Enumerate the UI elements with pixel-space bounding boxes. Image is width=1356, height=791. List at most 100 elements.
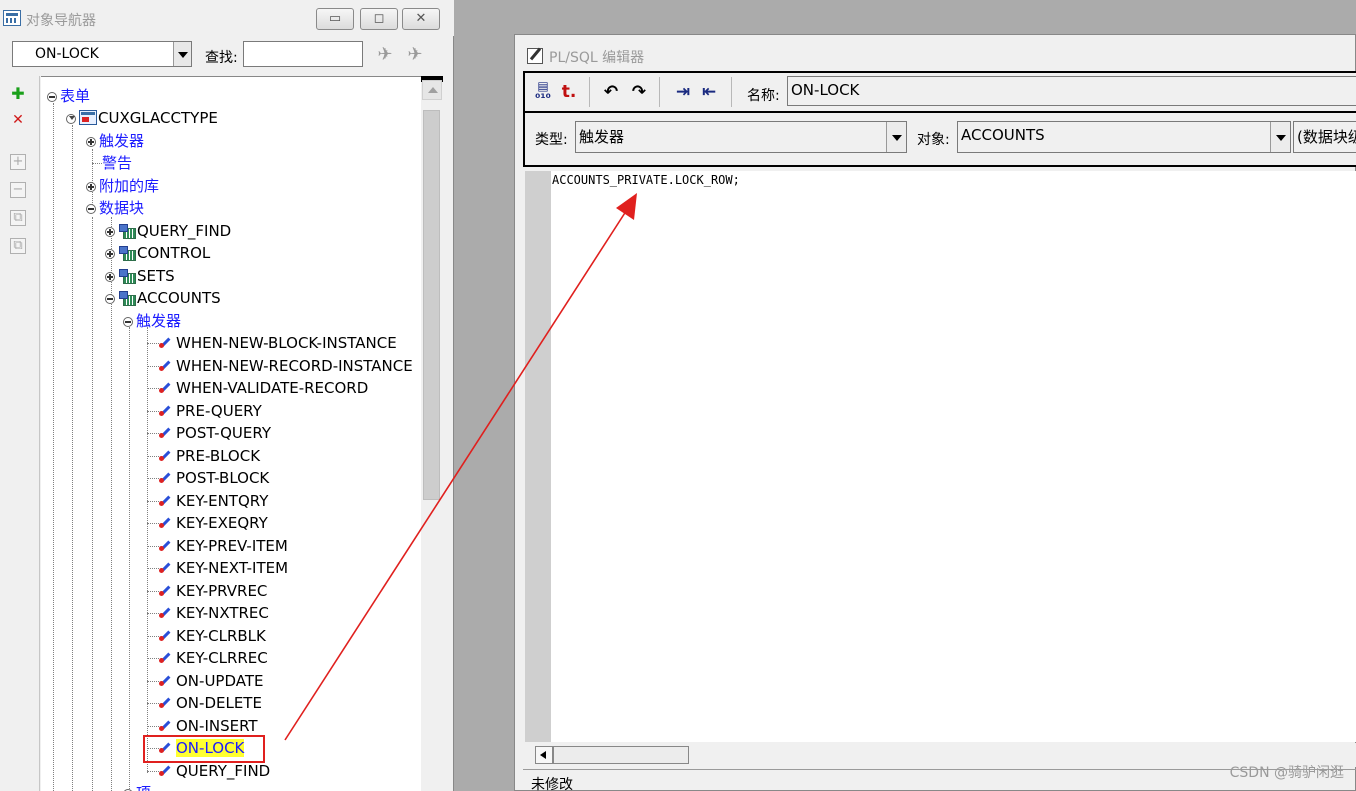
object-selector[interactable]: ON-LOCK [12, 41, 192, 67]
tree-node-trigger[interactable]: KEY-NXTREC [159, 603, 269, 623]
tree-label: 触发器 [99, 132, 145, 150]
expand-icon[interactable] [86, 137, 96, 147]
close-button[interactable]: ✕ [402, 8, 440, 30]
expand-all-icon[interactable]: ⧉ [10, 210, 26, 226]
trigger-icon [159, 379, 175, 395]
tree-label: WHEN-VALIDATE-RECORD [176, 379, 369, 397]
collapse-all-icon[interactable]: ⧉ [10, 238, 26, 254]
trigger-icon [159, 627, 175, 643]
chevron-down-icon[interactable] [173, 42, 191, 66]
tree-node-form-triggers[interactable]: 触发器 [86, 131, 144, 151]
tree-node-trigger[interactable]: PRE-BLOCK [159, 446, 260, 466]
tree-label: CONTROL [137, 244, 211, 262]
redo-icon[interactable]: ↷ [627, 80, 651, 104]
tree-label: ON-INSERT [176, 716, 258, 735]
navigator-vertical-scrollbar[interactable] [421, 76, 443, 791]
find-input[interactable] [243, 41, 363, 67]
code-editor[interactable]: ACCOUNTS_PRIVATE.LOCK_ROW; [525, 171, 1356, 742]
tree-node-data-blocks[interactable]: 数据块 [86, 198, 144, 218]
tree-node-trigger[interactable]: WHEN-NEW-RECORD-INSTANCE [159, 356, 413, 376]
tree-node-trigger[interactable]: WHEN-NEW-BLOCK-INSTANCE [159, 333, 397, 353]
tree-node-trigger[interactable]: ON-DELETE [159, 693, 262, 713]
collapse-icon[interactable] [47, 92, 57, 102]
tree-node-trigger[interactable]: POST-QUERY [159, 423, 271, 443]
collapse-icon[interactable] [66, 114, 76, 124]
tree-node-trigger[interactable]: KEY-EXEQRY [159, 513, 268, 533]
tree-node-block-triggers[interactable]: 触发器 [123, 311, 181, 331]
tree-node-trigger[interactable]: KEY-ENTQRY [159, 491, 268, 511]
delete-icon[interactable]: ✕ [8, 110, 28, 130]
object-navigator-window: 对象导航器 ▭ ◻ ✕ ON-LOCK 查找: ✈ ✈ ✚ ✕ + − ⧉ ⧉ … [0, 0, 454, 791]
code-text[interactable]: ACCOUNTS_PRIVATE.LOCK_ROW; [552, 173, 740, 187]
tree-node-items[interactable]: 项 [123, 783, 151, 791]
name-field[interactable]: ON-LOCK [787, 76, 1356, 106]
expand-icon[interactable] [86, 182, 96, 192]
level-value: (数据块级 [1297, 128, 1356, 146]
maximize-button[interactable]: ◻ [360, 8, 398, 30]
trigger-icon [159, 357, 175, 373]
form-icon [79, 110, 97, 125]
tree-node-block-accounts[interactable]: ACCOUNTS [105, 288, 221, 308]
tree-node-trigger[interactable]: KEY-PRVREC [159, 581, 267, 601]
undo-icon[interactable]: ↶ [599, 80, 623, 104]
tree-node-trigger[interactable]: POST-BLOCK [159, 468, 269, 488]
level-select[interactable]: (数据块级 [1293, 121, 1356, 153]
compile-icon[interactable]: ▤ ⁰¹⁰ [531, 80, 555, 104]
expand-icon[interactable]: + [10, 154, 26, 170]
tree-label: 项 [136, 784, 151, 791]
tree-node-attached-libraries[interactable]: 附加的库 [86, 176, 159, 196]
scrollbar-thumb[interactable] [423, 110, 440, 500]
tree-node-trigger[interactable]: KEY-NEXT-ITEM [159, 558, 288, 578]
navigator-title: 对象导航器 [26, 13, 96, 29]
expand-icon[interactable] [105, 249, 115, 259]
tree-label: KEY-PREV-ITEM [176, 536, 288, 555]
revert-icon[interactable]: t. [557, 80, 581, 104]
collapse-icon[interactable] [105, 294, 115, 304]
tree-node-form-root[interactable]: 表单 [47, 86, 90, 106]
indent-icon[interactable]: ⇥ [671, 80, 695, 104]
trigger-icon [159, 559, 175, 575]
outdent-icon[interactable]: ⇤ [697, 80, 721, 104]
type-select[interactable]: 触发器 [575, 121, 907, 153]
tree-node-trigger[interactable]: PRE-QUERY [159, 401, 262, 421]
tree-label: KEY-CLRBLK [176, 626, 266, 645]
tree-label: KEY-CLRREC [176, 649, 268, 667]
data-block-icon [118, 290, 136, 306]
tree-node-block[interactable]: QUERY_FIND [105, 221, 231, 241]
minimize-button[interactable]: ▭ [316, 8, 354, 30]
object-select[interactable]: ACCOUNTS [957, 121, 1291, 153]
editor-title-bar[interactable]: PL/SQL 编辑器 [515, 35, 1356, 71]
find-next-icon[interactable]: ✈ [404, 44, 426, 66]
tree-node-block[interactable]: CONTROL [105, 243, 210, 263]
tree-node-alerts[interactable]: 警告 [102, 153, 132, 173]
tree-node-trigger[interactable]: WHEN-VALIDATE-RECORD [159, 378, 368, 398]
tree-node-block[interactable]: SETS [105, 266, 175, 286]
trigger-icon [159, 424, 175, 440]
object-label: 对象: [917, 132, 950, 148]
tree-node-form[interactable]: CUXGLACCTYPE [66, 108, 218, 128]
tree-node-trigger[interactable]: KEY-PREV-ITEM [159, 536, 288, 556]
collapse-icon[interactable] [123, 317, 133, 327]
tree-node-trigger[interactable]: ON-UPDATE [159, 671, 264, 691]
collapse-icon[interactable]: − [10, 182, 26, 198]
expand-icon[interactable] [105, 227, 115, 237]
expand-icon[interactable] [105, 272, 115, 282]
find-previous-icon[interactable]: ✈ [374, 44, 396, 66]
create-icon[interactable]: ✚ [8, 84, 28, 104]
tree-label: PRE-BLOCK [176, 446, 261, 465]
tree-label: 警告 [102, 154, 133, 172]
trigger-icon [159, 402, 175, 418]
tree-label: WHEN-NEW-RECORD-INSTANCE [176, 356, 413, 375]
navigator-title-bar[interactable]: 对象导航器 ▭ ◻ ✕ [0, 0, 454, 36]
scroll-left-icon[interactable] [535, 746, 553, 764]
tree-node-trigger[interactable]: KEY-CLRBLK [159, 626, 266, 646]
tree-node-trigger[interactable]: QUERY_FIND [159, 761, 270, 781]
chevron-down-icon[interactable] [1270, 122, 1290, 152]
chevron-down-icon[interactable] [886, 122, 906, 152]
collapse-icon[interactable] [86, 204, 96, 214]
editor-title: PL/SQL 编辑器 [549, 50, 645, 66]
scroll-up-icon[interactable] [422, 80, 442, 100]
tree-node-trigger[interactable]: ON-INSERT [159, 716, 258, 736]
tree-node-trigger[interactable]: KEY-CLRREC [159, 648, 268, 668]
scrollbar-thumb[interactable] [553, 746, 689, 764]
